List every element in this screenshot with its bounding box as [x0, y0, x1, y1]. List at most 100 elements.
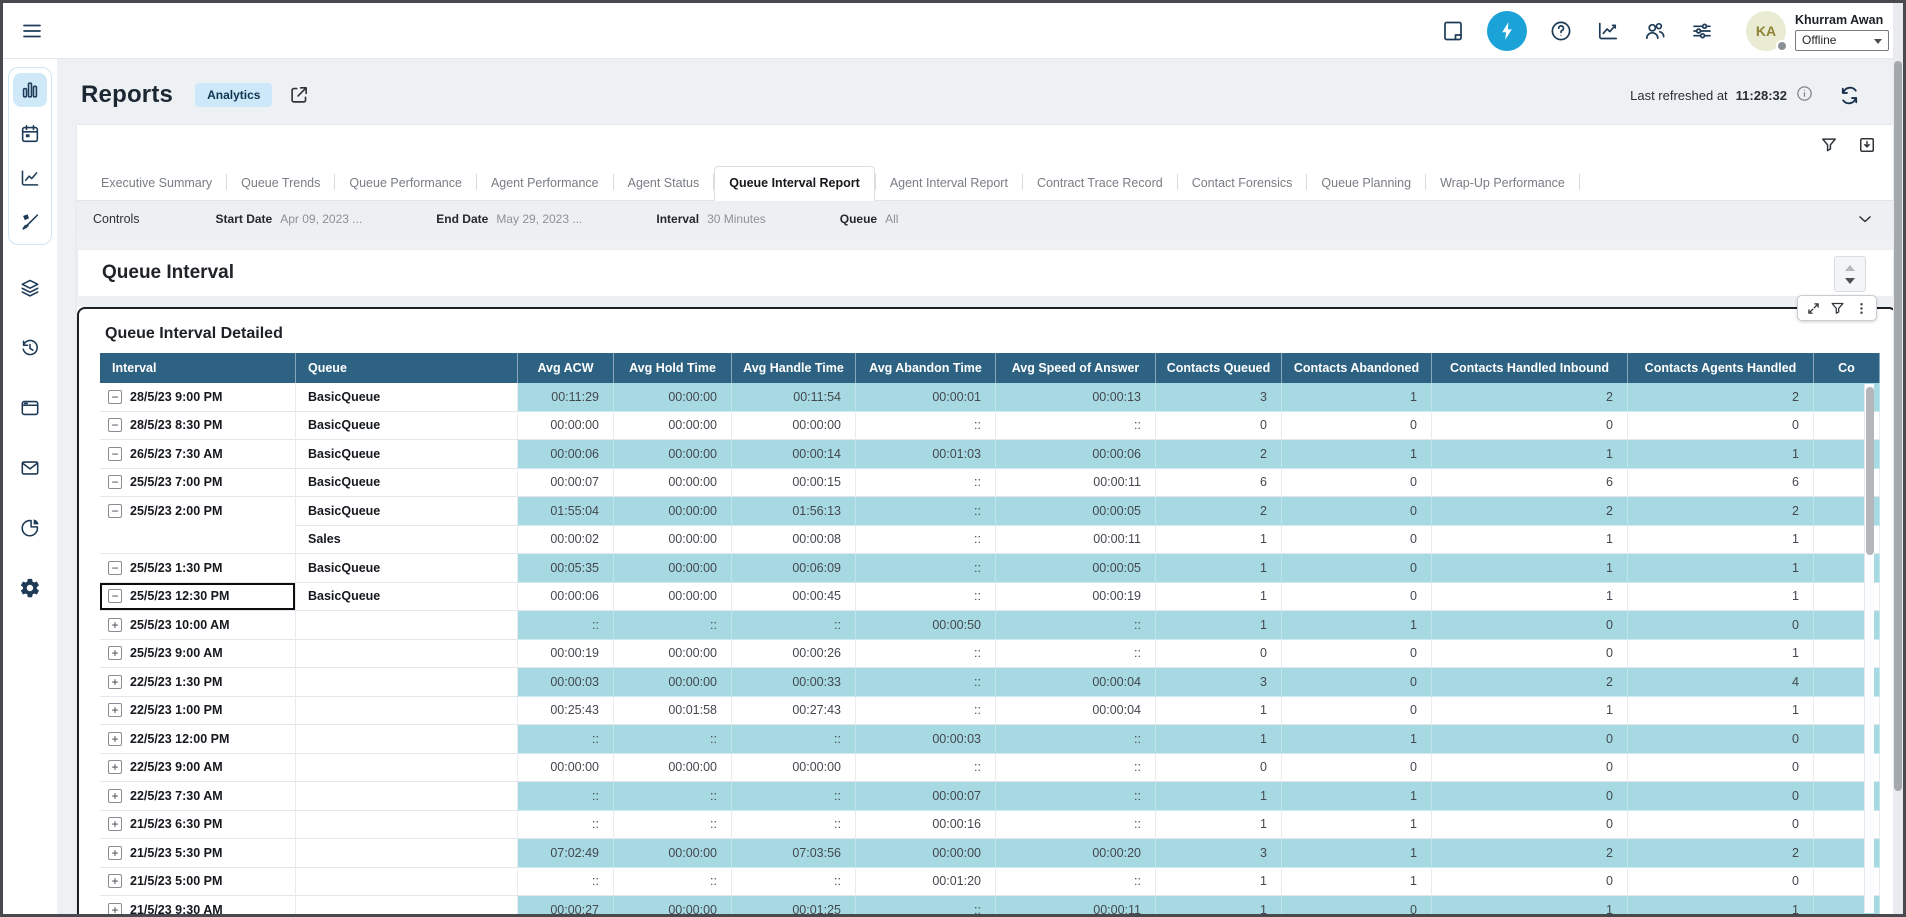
page-scrollbar[interactable]: [1893, 3, 1903, 914]
interval-cell[interactable]: +25/5/23 10:00 AM: [100, 611, 296, 640]
tab-wrap-up-performance[interactable]: Wrap-Up Performance: [1426, 167, 1579, 200]
interval-cell[interactable]: −25/5/23 12:30 PM: [100, 583, 296, 612]
expand-icon[interactable]: +: [108, 903, 122, 917]
section-spinner[interactable]: [1834, 256, 1866, 292]
collapse-icon[interactable]: −: [108, 418, 122, 432]
interval-cell[interactable]: +21/5/23 9:30 AM: [100, 896, 296, 917]
collapse-icon[interactable]: −: [108, 475, 122, 489]
collapse-icon[interactable]: −: [108, 504, 122, 518]
line-chart-icon[interactable]: [13, 161, 47, 195]
design-brush-icon[interactable]: [13, 205, 47, 239]
column-header-interval[interactable]: Interval: [100, 353, 296, 383]
expand-icon[interactable]: +: [108, 760, 122, 774]
interval-cell[interactable]: +21/5/23 5:00 PM: [100, 868, 296, 897]
avatar[interactable]: KA: [1746, 11, 1786, 51]
analytics-bar-chart-icon[interactable]: [13, 73, 47, 107]
control-queue[interactable]: QueueAll: [840, 212, 899, 226]
value-cell: 00:01:58: [614, 697, 732, 726]
history-icon[interactable]: [13, 331, 47, 365]
collapse-icon[interactable]: −: [108, 447, 122, 461]
export-icon[interactable]: [1857, 135, 1877, 155]
refresh-icon[interactable]: [1838, 84, 1861, 107]
filter-icon[interactable]: [1819, 135, 1839, 155]
collapse-icon[interactable]: −: [108, 589, 122, 603]
interval-cell[interactable]: [100, 526, 296, 555]
interval-cell[interactable]: +21/5/23 6:30 PM: [100, 811, 296, 840]
tab-agent-performance[interactable]: Agent Performance: [477, 167, 613, 200]
kebab-menu-icon[interactable]: [1851, 298, 1871, 318]
expand-icon[interactable]: +: [108, 703, 122, 717]
tab-agent-interval-report[interactable]: Agent Interval Report: [876, 167, 1022, 200]
spinner-up-icon[interactable]: [1845, 265, 1855, 271]
control-end-date[interactable]: End DateMay 29, 2023 ...: [436, 212, 582, 226]
tab-queue-performance[interactable]: Queue Performance: [335, 167, 476, 200]
table-scrollbar[interactable]: [1864, 384, 1874, 913]
metrics-icon[interactable]: [1595, 18, 1621, 44]
column-header-contacts-queued[interactable]: Contacts Queued: [1156, 353, 1282, 383]
interval-cell[interactable]: +22/5/23 1:30 PM: [100, 668, 296, 697]
status-select[interactable]: Offline: [1795, 30, 1889, 51]
interval-cell[interactable]: −28/5/23 8:30 PM: [100, 412, 296, 441]
filter-icon[interactable]: [1827, 298, 1847, 318]
settings-gear-icon[interactable]: [13, 571, 47, 605]
preferences-sliders-icon[interactable]: [1689, 18, 1715, 44]
column-header-queue[interactable]: Queue: [296, 353, 518, 383]
control-start-date[interactable]: Start DateApr 09, 2023 ...: [216, 212, 363, 226]
spinner-down-icon[interactable]: [1845, 278, 1855, 284]
column-header-avg-handle-time[interactable]: Avg Handle Time: [732, 353, 856, 383]
calendar-icon[interactable]: [13, 117, 47, 151]
column-header-contacts-agents-handled[interactable]: Contacts Agents Handled: [1628, 353, 1814, 383]
expand-icon[interactable]: +: [108, 675, 122, 689]
menu-icon[interactable]: [19, 18, 45, 44]
mail-icon[interactable]: [13, 451, 47, 485]
info-icon[interactable]: [1795, 84, 1814, 106]
column-header-contacts-abandoned[interactable]: Contacts Abandoned: [1282, 353, 1432, 383]
help-icon[interactable]: [1548, 18, 1574, 44]
expand-icon[interactable]: +: [108, 817, 122, 831]
expand-icon[interactable]: +: [108, 846, 122, 860]
interval-cell[interactable]: −25/5/23 1:30 PM: [100, 554, 296, 583]
collapse-icon[interactable]: −: [108, 390, 122, 404]
controls-collapse-chevron-icon[interactable]: [1855, 209, 1875, 234]
expand-icon[interactable]: +: [108, 618, 122, 632]
external-link-icon[interactable]: [288, 84, 310, 106]
interval-cell[interactable]: +22/5/23 1:00 PM: [100, 697, 296, 726]
column-header-contacts-handled-inbound[interactable]: Contacts Handled Inbound: [1432, 353, 1628, 383]
notes-icon[interactable]: [1440, 18, 1466, 44]
tab-queue-trends[interactable]: Queue Trends: [227, 167, 334, 200]
column-header-avg-hold-time[interactable]: Avg Hold Time: [614, 353, 732, 383]
tab-executive-summary[interactable]: Executive Summary: [87, 167, 226, 200]
collapse-icon[interactable]: −: [108, 561, 122, 575]
interval-cell[interactable]: −28/5/23 9:00 PM: [100, 383, 296, 412]
interval-cell[interactable]: +21/5/23 5:30 PM: [100, 839, 296, 868]
expand-icon[interactable]: +: [108, 732, 122, 746]
column-header-avg-abandon-time[interactable]: Avg Abandon Time: [856, 353, 996, 383]
pie-chart-icon[interactable]: [13, 511, 47, 545]
interval-cell[interactable]: −25/5/23 7:00 PM: [100, 469, 296, 498]
expand-icon[interactable]: +: [108, 646, 122, 660]
quick-actions-lightning-icon[interactable]: [1487, 11, 1527, 51]
layers-icon[interactable]: [13, 271, 47, 305]
column-header-avg-speed-of-answer[interactable]: Avg Speed of Answer: [996, 353, 1156, 383]
column-header-co[interactable]: Co: [1814, 353, 1880, 383]
column-header-avg-acw[interactable]: Avg ACW: [518, 353, 614, 383]
expand-icon[interactable]: [1803, 298, 1823, 318]
interval-cell[interactable]: −26/5/23 7:30 AM: [100, 440, 296, 469]
interval-cell[interactable]: +22/5/23 12:00 PM: [100, 725, 296, 754]
contacts-icon[interactable]: [1642, 18, 1668, 44]
tab-agent-status[interactable]: Agent Status: [614, 167, 714, 200]
tab-contract-trace-record[interactable]: Contract Trace Record: [1023, 167, 1177, 200]
interval-cell[interactable]: +22/5/23 9:00 AM: [100, 754, 296, 783]
expand-icon[interactable]: +: [108, 874, 122, 888]
tab-queue-interval-report[interactable]: Queue Interval Report: [714, 166, 875, 201]
expand-icon[interactable]: +: [108, 789, 122, 803]
control-interval[interactable]: Interval30 Minutes: [656, 212, 765, 226]
table-scrollbar-thumb[interactable]: [1866, 387, 1874, 555]
interval-cell[interactable]: −25/5/23 2:00 PM: [100, 497, 296, 526]
page-scrollbar-thumb[interactable]: [1894, 61, 1902, 791]
tab-contact-forensics[interactable]: Contact Forensics: [1178, 167, 1307, 200]
tab-queue-planning[interactable]: Queue Planning: [1307, 167, 1425, 200]
interval-cell[interactable]: +25/5/23 9:00 AM: [100, 640, 296, 669]
interval-cell[interactable]: +22/5/23 7:30 AM: [100, 782, 296, 811]
browser-window-icon[interactable]: [13, 391, 47, 425]
